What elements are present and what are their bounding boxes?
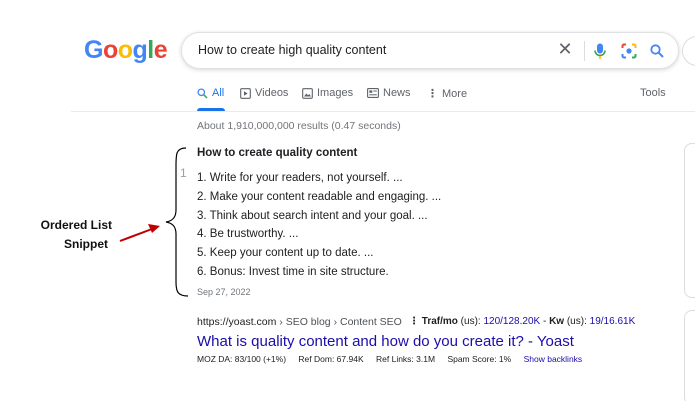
annotation-arrowhead bbox=[148, 224, 160, 233]
result-domain: https://yoast.com bbox=[197, 316, 277, 328]
keyword-value[interactable]: 19/16.61K bbox=[590, 316, 636, 327]
annotation-label: Ordered List Snippet bbox=[32, 216, 112, 254]
spam-score: Spam Score: 1% bbox=[447, 354, 512, 364]
traffic-scope: (us): bbox=[457, 316, 484, 327]
annotation-arrow bbox=[119, 228, 153, 242]
result-url[interactable]: https://yoast.com › SEO blog › Content S… bbox=[197, 316, 402, 328]
ref-links: Ref Links: 3.1M bbox=[376, 354, 436, 364]
moz-da: MOZ DA: 83/100 (+1%) bbox=[197, 354, 287, 364]
ref-dom: Ref Dom: 67.94K bbox=[298, 354, 364, 364]
side-panel-edge bbox=[684, 143, 695, 298]
keyword-label: Kw bbox=[549, 316, 565, 327]
kw-separator: - bbox=[540, 316, 550, 327]
seo-metrics: ⋮ Traf/mo (us): 120/128.20K - Kw (us): 1… bbox=[409, 316, 635, 327]
annotation-line-2: Snippet bbox=[64, 237, 108, 251]
more-vert-icon[interactable]: ⋮ bbox=[409, 316, 419, 327]
result-title-link[interactable]: What is quality content and how do you c… bbox=[197, 333, 574, 350]
traffic-label: Traf/mo bbox=[421, 316, 458, 327]
annotation-bracket bbox=[165, 147, 189, 297]
show-backlinks-link[interactable]: Show backlinks bbox=[524, 354, 583, 364]
result-breadcrumb: › SEO blog › Content SEO bbox=[276, 316, 402, 328]
keyword-scope: (us): bbox=[564, 316, 590, 327]
annotation-line-1: Ordered List bbox=[40, 218, 112, 232]
traffic-value[interactable]: 120/128.20K bbox=[483, 316, 540, 327]
moz-metrics: MOZ DA: 83/100 (+1%) Ref Dom: 67.94K Ref… bbox=[197, 354, 582, 364]
side-panel-edge bbox=[684, 310, 695, 401]
